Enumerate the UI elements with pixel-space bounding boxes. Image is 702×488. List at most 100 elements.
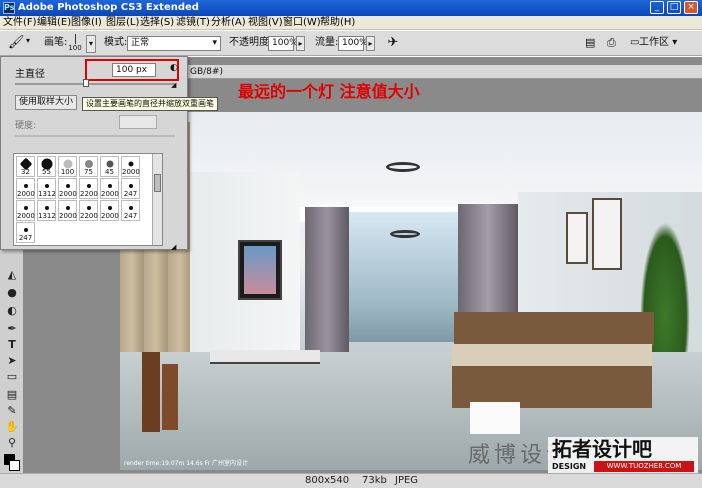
brush-preview[interactable]: 100 — [68, 33, 82, 54]
toolbox: ◭ ● ◐ ✒ T ➤ ▭ ▤ ✎ ✋ ⚲ — [0, 250, 24, 473]
brush-preset-list: 32 55 100 75 45 2000 2000 1312 2000 2200… — [13, 153, 163, 246]
dodge-icon[interactable]: ◐ — [4, 304, 20, 318]
menu-analysis[interactable]: 分析(A) — [211, 16, 246, 30]
close-button[interactable]: × — [684, 1, 698, 14]
hardness-input[interactable] — [119, 115, 157, 129]
photoshop-logo-icon: Ps — [3, 2, 15, 14]
tv-screen — [238, 240, 282, 300]
maximize-button[interactable]: □ — [667, 1, 681, 14]
flow-slider-button[interactable]: ▸ — [366, 36, 375, 51]
diameter-slider-track[interactable] — [15, 83, 175, 85]
brush-preset[interactable]: 2000 — [58, 200, 77, 221]
menu-window[interactable]: 窗口(W) — [283, 16, 321, 30]
options-bar: 🖌 ▾ 画笔: 100 ▾ 模式: 正常 ▾ 不透明度: 100% ▸ 流量: … — [0, 31, 702, 56]
type-icon[interactable]: T — [4, 338, 20, 352]
menu-layer[interactable]: 图层(L) — [106, 16, 139, 30]
image-file-type: JPEG — [395, 475, 419, 486]
panel-menu-icon[interactable]: ◐ — [170, 63, 178, 73]
minimize-button[interactable]: _ — [650, 1, 664, 14]
resize-grip-icon[interactable]: ◢ — [171, 243, 176, 251]
brush-picker-button[interactable]: ▾ — [86, 35, 96, 53]
menu-edit[interactable]: 编辑(E) — [37, 16, 71, 30]
ottoman — [470, 402, 520, 434]
use-sample-size-button[interactable]: 使用取样大小 — [15, 95, 77, 110]
image-file-size: 73kb — [362, 475, 387, 486]
workspace-menu[interactable]: 工作区 ▾ — [639, 36, 677, 50]
brush-preset[interactable]: 2000 — [16, 200, 35, 221]
sofa-back — [454, 312, 654, 346]
chandelier — [386, 162, 420, 172]
menu-select[interactable]: 选择(S) — [140, 16, 174, 30]
blur-icon[interactable]: ● — [4, 286, 20, 300]
zoom-icon[interactable]: ⚲ — [4, 436, 20, 450]
print-icon[interactable]: ⎙ — [607, 35, 625, 51]
flow-label: 流量: — [315, 37, 339, 48]
brush-preset[interactable]: 55 — [37, 156, 56, 177]
opacity-input[interactable]: 100% — [268, 36, 298, 51]
brush-preset[interactable]: 45 — [100, 156, 119, 177]
path-select-icon[interactable]: ➤ — [4, 354, 20, 368]
tooltip: 设置主要画笔的直径并缩放双重画笔 — [82, 97, 218, 111]
menu-view[interactable]: 视图(V) — [248, 16, 283, 30]
chandelier-ring — [390, 230, 420, 238]
render-caption: render time:19.07m 14.6s Fr 广州室内设计 — [124, 460, 248, 467]
menu-file[interactable]: 文件(F) — [3, 16, 37, 30]
mode-select[interactable]: 正常 ▾ — [127, 36, 221, 51]
pen-icon[interactable]: ✒ — [4, 322, 20, 336]
brush-preset[interactable]: 2000 — [58, 178, 77, 199]
brush-preset[interactable]: 75 — [79, 156, 98, 177]
document-tab[interactable]: GB/8#) — [120, 65, 702, 79]
airbrush-icon[interactable]: ✈ — [384, 34, 402, 52]
flow-input[interactable]: 100% — [338, 36, 368, 51]
chevron-down-icon: ▾ — [672, 37, 678, 48]
preset-scrollbar[interactable] — [152, 154, 162, 245]
site-logo: 拓者设计吧 DESIGN WWW.TUOZHE8.COM — [548, 437, 698, 473]
brush-picker-panel: 主直径 100 px ◐ ◢ 使用取样大小 设置主要画笔的直径并缩放双重画笔 硬… — [0, 56, 218, 251]
brush-preset[interactable]: 247 — [16, 222, 35, 243]
eyedropper-icon[interactable]: ✎ — [4, 404, 20, 418]
paint-bucket-icon[interactable]: ◭ — [4, 268, 20, 282]
brush-preset[interactable]: 32 — [16, 156, 35, 177]
menu-bar: 文件(F) 编辑(E) 图像(I) 图层(L) 选择(S) 滤镜(T) 分析(A… — [0, 16, 702, 30]
menu-image[interactable]: 图像(I) — [71, 16, 102, 30]
brush-preset[interactable]: 2200 — [79, 200, 98, 221]
brush-preset[interactable]: 2000 — [100, 178, 119, 199]
hardness-slider-track[interactable] — [15, 135, 175, 137]
diameter-slider-thumb[interactable] — [83, 79, 89, 87]
brush-preset[interactable]: 2000 — [16, 178, 35, 199]
brush-tool-icon[interactable]: 🖌 — [8, 35, 25, 51]
curtain-left — [305, 207, 349, 367]
rectangle-icon[interactable]: ▭ — [4, 370, 20, 384]
hand-icon[interactable]: ✋ — [4, 420, 20, 434]
vase-2 — [162, 364, 178, 430]
background-color-swatch[interactable] — [9, 460, 20, 471]
mode-value: 正常 — [131, 38, 150, 48]
highlight-box — [85, 59, 179, 81]
tool-preset-arrow-icon[interactable]: ▾ — [26, 36, 30, 45]
brush-preset[interactable]: 2000 — [100, 200, 119, 221]
brush-dot-icon — [74, 34, 76, 44]
brush-preset[interactable]: 2000 — [121, 156, 140, 177]
resize-grip-icon[interactable]: ◢ — [171, 81, 176, 89]
title-bar: Ps Adobe Photoshop CS3 Extended _ □ × — [0, 0, 702, 16]
notes-icon[interactable]: ▤ — [4, 388, 20, 402]
chevron-down-icon: ▾ — [212, 38, 217, 48]
menu-help[interactable]: 帮助(H) — [320, 16, 355, 30]
wall-art-right — [592, 198, 622, 270]
palette-well-icon[interactable]: ▤ — [585, 35, 599, 51]
scroll-thumb[interactable] — [154, 174, 161, 192]
brush-preset[interactable]: 100 — [58, 156, 77, 177]
hardness-label: 硬度: — [15, 121, 37, 131]
brush-preset[interactable]: 2200 — [79, 178, 98, 199]
opacity-label: 不透明度: — [229, 37, 273, 48]
brush-preset[interactable]: 247 — [121, 178, 140, 199]
sofa-seat — [452, 344, 652, 366]
brush-preset[interactable]: 247 — [121, 200, 140, 221]
brush-preset[interactable]: 1312 — [37, 178, 56, 199]
window-title: Adobe Photoshop CS3 Extended — [18, 2, 199, 13]
menu-filter[interactable]: 滤镜(T) — [176, 16, 210, 30]
document-canvas-photo[interactable]: render time:19.07m 14.6s Fr 广州室内设计 — [120, 112, 702, 470]
status-bar: 800x540 73kb JPEG — [0, 473, 702, 488]
brush-preset[interactable]: 1312 — [37, 200, 56, 221]
opacity-slider-button[interactable]: ▸ — [296, 36, 305, 51]
